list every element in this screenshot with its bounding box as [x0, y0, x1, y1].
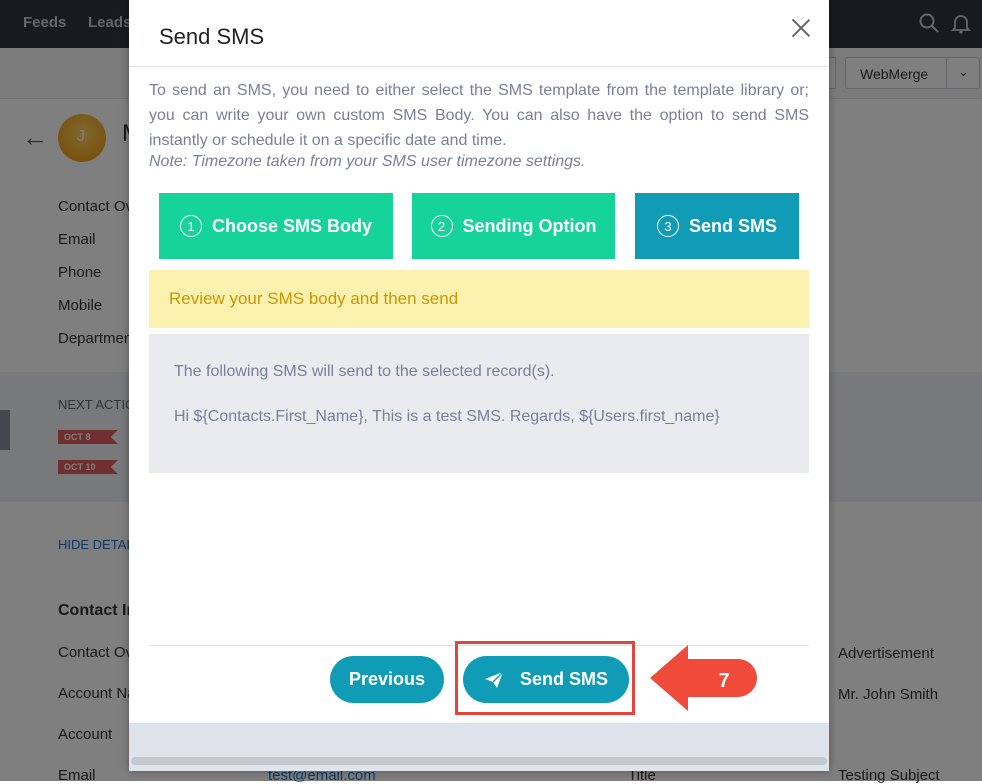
step-label: Sending Option	[462, 215, 597, 236]
horizontal-scrollbar[interactable]	[131, 757, 827, 765]
review-banner-text: Review your SMS body and then send	[169, 289, 459, 308]
timezone-note: Note: Timezone taken from your SMS user …	[149, 153, 586, 170]
step-number: 2	[430, 215, 453, 237]
step-label: Send SMS	[688, 215, 777, 236]
step-send-sms[interactable]: 3 Send SMS	[635, 193, 799, 259]
step-sending-option[interactable]: 2 Sending Option	[412, 193, 615, 259]
dialog-title: Send SMS	[159, 24, 265, 49]
step-number: 1	[179, 215, 202, 237]
sms-preview-intro: The following SMS will send to the selec…	[174, 363, 555, 380]
review-banner: Review your SMS body and then send	[149, 270, 809, 328]
sms-preview-box: The following SMS will send to the selec…	[149, 334, 809, 473]
dialog-header: Send SMS	[129, 0, 829, 67]
step-choose-sms-body[interactable]: 1 Choose SMS Body	[159, 193, 393, 259]
send-sms-dialog: Send SMS To send an SMS, you need to eit…	[129, 0, 829, 771]
step-callout-arrow: 7	[650, 645, 757, 711]
sms-preview-body: Hi ${Contacts.First_Name}, This is a tes…	[174, 408, 720, 425]
intro-text: To send an SMS, you need to either selec…	[149, 82, 809, 149]
highlight-box	[455, 641, 635, 715]
step-number: 3	[656, 215, 679, 237]
step-label: Choose SMS Body	[211, 215, 372, 236]
previous-button[interactable]: Previous	[330, 656, 444, 703]
close-icon[interactable]	[789, 16, 813, 40]
callout-number: 7	[718, 670, 729, 692]
